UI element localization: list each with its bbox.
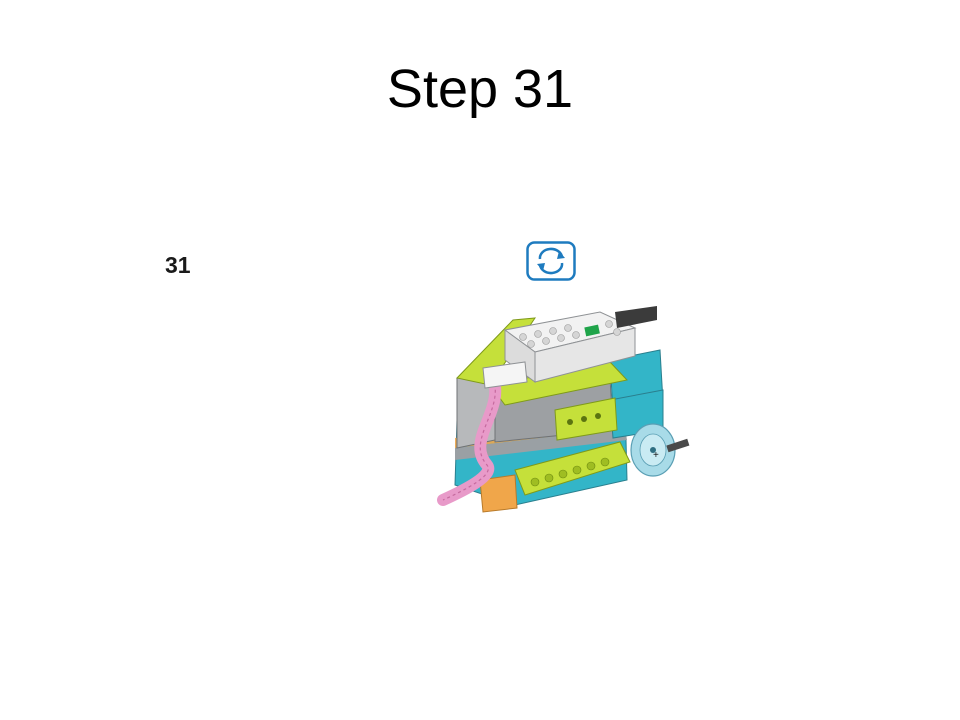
slide-title: Step 31 [386, 59, 574, 119]
slide: Step 31 31 + [0, 0, 960, 720]
step-number: 31 [165, 252, 191, 278]
rotate-model-icon [526, 241, 576, 281]
svg-text:+: + [653, 450, 659, 461]
lego-model-illustration: + [437, 306, 690, 513]
